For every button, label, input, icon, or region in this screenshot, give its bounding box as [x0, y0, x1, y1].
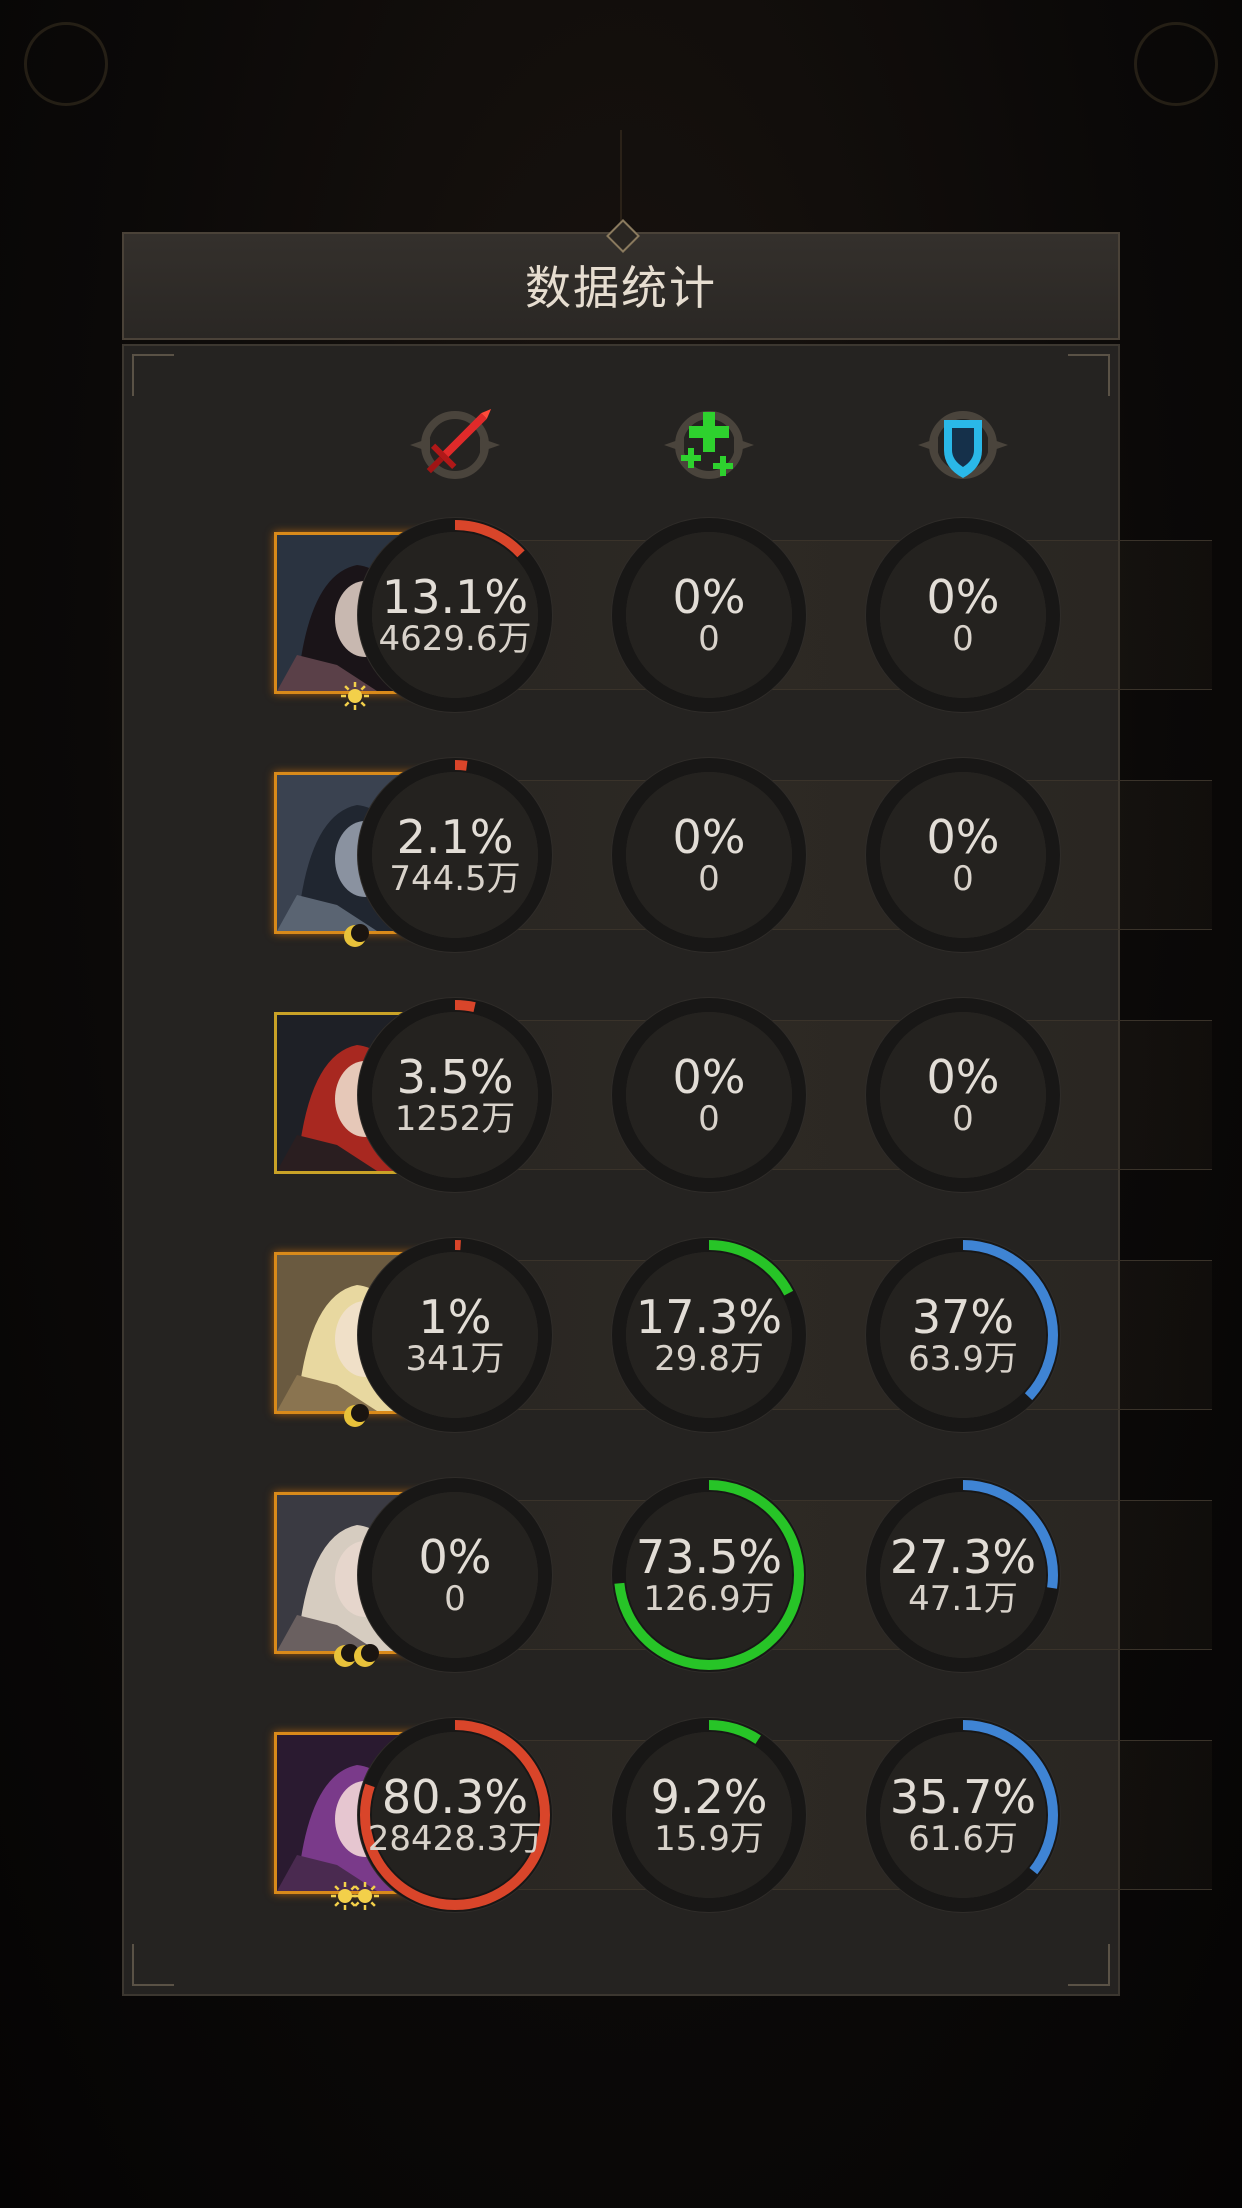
shield-percent: 0% — [926, 570, 1000, 624]
shield-ring: 27.3% 47.1万 — [862, 1474, 1064, 1676]
heal-value: 126.9万 — [643, 1579, 775, 1619]
heal-ring: 0% 0 — [608, 754, 810, 956]
background-hud — [0, 0, 1242, 130]
heal-plus-icon — [654, 390, 764, 500]
damage-ring: 3.5% 1252万 — [354, 994, 556, 1196]
shield-ring: 35.7% 61.6万 — [862, 1714, 1064, 1916]
damage-value: 28428.3万 — [367, 1819, 543, 1859]
dialog-body: 13.1% 4629.6万 0% 0 0% 0 2.1% 744.5万 0% 0 0% 0 3.5% 12… — [122, 344, 1212, 1996]
dialog-title: 数据统计 — [525, 261, 717, 315]
corner-ornament — [1068, 1944, 1110, 1986]
heal-percent: 0% — [672, 810, 746, 864]
damage-ring: 2.1% 744.5万 — [354, 754, 556, 956]
damage-percent: 80.3% — [381, 1770, 529, 1824]
heal-value: 0 — [698, 1099, 720, 1139]
heal-ring: 73.5% 126.9万 — [608, 1474, 810, 1676]
heal-value: 29.8万 — [654, 1339, 764, 1379]
damage-ring: 0% 0 — [354, 1474, 556, 1676]
damage-percent: 1% — [418, 1290, 492, 1344]
corner-ornament — [132, 1944, 174, 1986]
damage-value: 4629.6万 — [378, 619, 532, 659]
sword-icon — [400, 390, 510, 500]
dialog-header: 数据统计 — [122, 219, 1120, 340]
damage-value: 341万 — [405, 1339, 505, 1379]
damage-ring: 13.1% 4629.6万 — [354, 514, 556, 716]
heal-value: 0 — [698, 619, 720, 659]
shield-percent: 0% — [926, 1050, 1000, 1104]
damage-value: 0 — [444, 1579, 466, 1619]
shield-percent: 27.3% — [889, 1530, 1037, 1584]
heal-percent: 0% — [672, 1050, 746, 1104]
damage-ring: 1% 341万 — [354, 1234, 556, 1436]
shield-value: 0 — [952, 859, 974, 899]
damage-value: 1252万 — [394, 1099, 516, 1139]
damage-percent: 3.5% — [396, 1050, 514, 1104]
shield-value: 0 — [952, 619, 974, 659]
shield-value: 63.9万 — [908, 1339, 1018, 1379]
heal-percent: 73.5% — [635, 1530, 783, 1584]
shield-percent: 0% — [926, 810, 1000, 864]
shield-value: 47.1万 — [908, 1579, 1018, 1619]
damage-percent: 0% — [418, 1530, 492, 1584]
bg-back-button — [24, 22, 108, 106]
heal-ring: 17.3% 29.8万 — [608, 1234, 810, 1436]
shield-value: 61.6万 — [908, 1819, 1018, 1859]
shield-icon — [908, 390, 1018, 500]
damage-ring: 80.3% 28428.3万 — [354, 1714, 556, 1916]
heal-ring: 0% 0 — [608, 514, 810, 716]
heal-ring: 9.2% 15.9万 — [608, 1714, 810, 1916]
damage-percent: 13.1% — [381, 570, 529, 624]
shield-ring: 37% 63.9万 — [862, 1234, 1064, 1436]
heal-ring: 0% 0 — [608, 994, 810, 1196]
shield-percent: 37% — [911, 1290, 1015, 1344]
corner-ornament — [1068, 354, 1110, 396]
shield-ring: 0% 0 — [862, 754, 1064, 956]
data-statistics-dialog: 数据统计 13.1% 4629.6万 0% 0 0% 0 2.1% 744.5万… — [122, 219, 1212, 1996]
shield-ring: 0% 0 — [862, 994, 1064, 1196]
shield-ring: 0% 0 — [862, 514, 1064, 716]
heal-percent: 0% — [672, 570, 746, 624]
heal-value: 15.9万 — [654, 1819, 764, 1859]
shield-percent: 35.7% — [889, 1770, 1037, 1824]
heal-value: 0 — [698, 859, 720, 899]
bg-decoration — [620, 130, 622, 230]
damage-percent: 2.1% — [396, 810, 514, 864]
heal-percent: 17.3% — [635, 1290, 783, 1344]
shield-value: 0 — [952, 1099, 974, 1139]
corner-ornament — [132, 354, 174, 396]
bg-settings-button — [1134, 22, 1218, 106]
heal-percent: 9.2% — [650, 1770, 768, 1824]
damage-value: 744.5万 — [389, 859, 521, 899]
